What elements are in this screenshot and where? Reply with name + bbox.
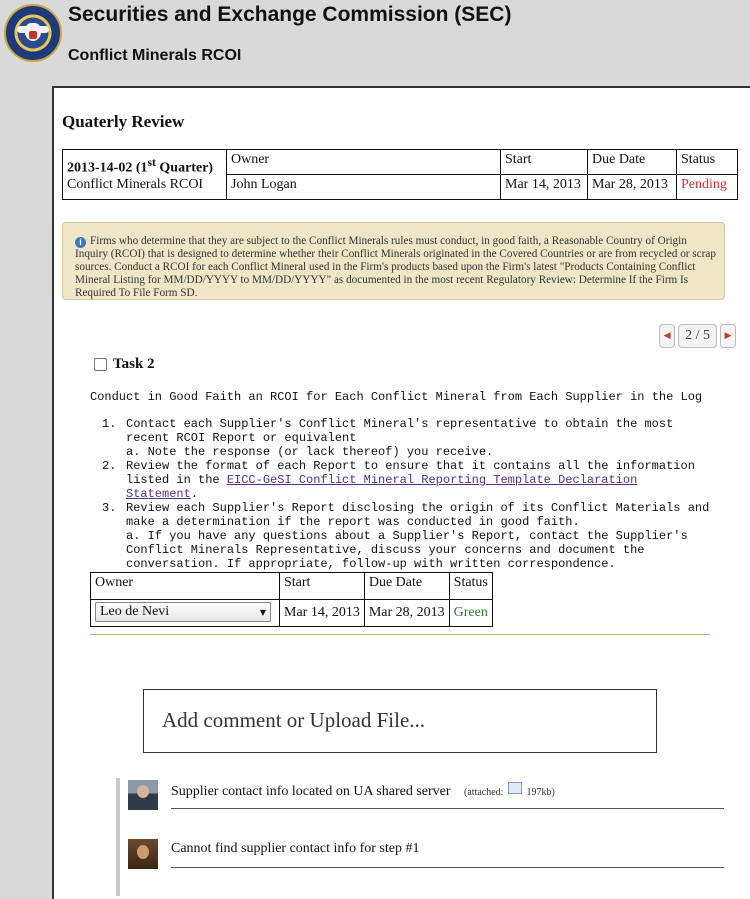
chevron-down-icon: ▼ bbox=[259, 607, 266, 617]
review-due: Mar 28, 2013 bbox=[587, 173, 677, 200]
review-summary-table: 2013-14-02 (1st Quarter) Conflict Minera… bbox=[62, 149, 738, 200]
due-header: Due Date bbox=[587, 149, 677, 175]
info-icon: i bbox=[75, 237, 86, 248]
avatar bbox=[128, 839, 158, 869]
task-steps: 1. Contact each Supplier's Conflict Mine… bbox=[90, 417, 710, 571]
task-status: Green bbox=[448, 599, 493, 627]
step-note: a. Note the response (or lack thereof) y… bbox=[126, 445, 494, 459]
divider bbox=[171, 867, 724, 868]
next-task-button[interactable]: ▶ bbox=[720, 324, 736, 348]
review-owner: John Logan bbox=[226, 173, 501, 200]
pager-count: 2 / 5 bbox=[678, 324, 717, 348]
step-note: a. If you have any questions about a Sup… bbox=[126, 529, 688, 571]
task-due: Mar 28, 2013 bbox=[363, 599, 450, 627]
task-description: Conduct in Good Faith an RCOI for Each C… bbox=[90, 390, 703, 404]
thread-bar bbox=[116, 778, 120, 896]
attachment-meta: (attached: 197kb) bbox=[464, 782, 555, 798]
owner-select-value: Leo de Nevi bbox=[100, 604, 170, 619]
attached-label: (attached: bbox=[464, 787, 504, 798]
divider bbox=[171, 808, 724, 809]
task-status-header: Status bbox=[448, 572, 493, 600]
task-due-header: Due Date bbox=[363, 572, 450, 600]
status-header: Status bbox=[676, 149, 738, 175]
comment-text: Cannot find supplier contact info for st… bbox=[171, 841, 420, 856]
avatar bbox=[128, 780, 158, 810]
comment-upload-input[interactable]: Add comment or Upload File... bbox=[143, 689, 657, 753]
task-owner-cell: Leo de Nevi ▼ bbox=[90, 599, 280, 627]
review-title: Quaterly Review bbox=[62, 112, 185, 131]
task-header: Task 2 bbox=[94, 356, 155, 373]
attachment-size: 197kb) bbox=[526, 787, 555, 798]
notice-text: Firms who determine that they are subjec… bbox=[75, 235, 716, 299]
task-assignment-table: Owner Start Due Date Status Leo de Nevi … bbox=[90, 572, 493, 627]
task-owner-header: Owner bbox=[90, 572, 280, 600]
start-header: Start bbox=[500, 149, 588, 175]
info-notice: i Firms who determine that they are subje… bbox=[62, 222, 725, 300]
comment-text: Supplier contact info located on UA shar… bbox=[171, 784, 451, 799]
review-start: Mar 14, 2013 bbox=[500, 173, 588, 200]
review-name: Conflict Minerals RCOI bbox=[67, 176, 204, 192]
task-start: Mar 14, 2013 bbox=[279, 599, 365, 627]
prev-task-button[interactable]: ◀ bbox=[659, 324, 676, 348]
task-complete-checkbox[interactable] bbox=[94, 358, 107, 371]
review-period-cell: 2013-14-02 (1st Quarter) Conflict Minera… bbox=[62, 149, 227, 200]
task-pager: ◀ 2 / 5 ▶ bbox=[659, 324, 736, 348]
task-step: 1. Contact each Supplier's Conflict Mine… bbox=[90, 417, 710, 459]
step-text-end: . bbox=[190, 487, 199, 501]
task-title: Task 2 bbox=[113, 356, 155, 372]
owner-header: Owner bbox=[226, 149, 501, 175]
review-panel: Quaterly Review 2013-14-02 (1st Quarter)… bbox=[52, 86, 750, 899]
task-start-header: Start bbox=[279, 572, 365, 600]
step-text: Review each Supplier's Report disclosing… bbox=[126, 501, 710, 529]
task-step: 2. Review the format of each Report to e… bbox=[90, 459, 710, 501]
step-number: 3. bbox=[102, 501, 117, 515]
review-period: 2013-14-02 (1 bbox=[67, 160, 148, 176]
page-subtitle: Conflict Minerals RCOI bbox=[68, 47, 242, 64]
divider bbox=[90, 634, 710, 635]
owner-select[interactable]: Leo de Nevi ▼ bbox=[95, 602, 271, 622]
task-step: 3. Review each Supplier's Report disclos… bbox=[90, 501, 710, 571]
step-text: Contact each Supplier's Conflict Mineral… bbox=[126, 417, 674, 445]
step-number: 2. bbox=[102, 459, 117, 473]
step-number: 1. bbox=[102, 417, 117, 431]
review-period-suffix: Quarter) bbox=[155, 160, 214, 176]
image-file-icon[interactable] bbox=[507, 782, 522, 794]
review-period-sup: st bbox=[147, 156, 156, 169]
sec-seal-logo bbox=[4, 4, 62, 62]
org-title: Securities and Exchange Commission (SEC) bbox=[68, 3, 512, 26]
review-status: Pending bbox=[676, 173, 738, 200]
